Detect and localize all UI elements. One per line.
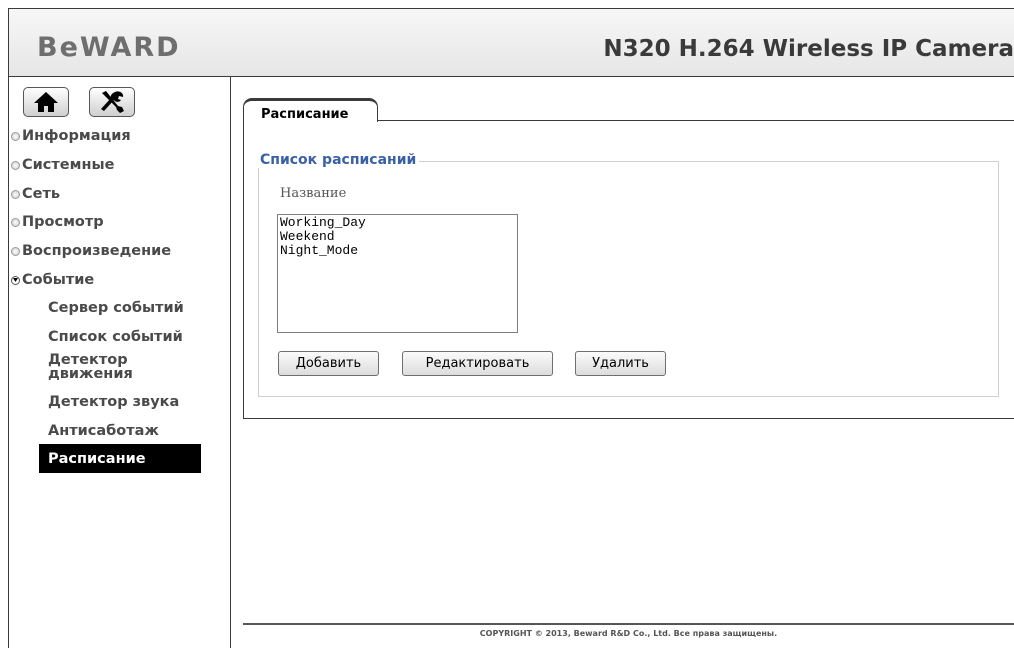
sidebar: Информация Системные Сеть Просмотр Воспр… xyxy=(9,77,231,648)
header: BeWARD N320 H.264 Wireless IP Camera xyxy=(9,9,1014,77)
copyright-text: COPYRIGHT © 2013, Beward R&D Co., Ltd. В… xyxy=(479,629,778,638)
nav-item-label: Системные xyxy=(22,157,115,173)
nav-item-label: Воспроизведение xyxy=(22,243,172,259)
page-title: N320 H.264 Wireless IP Camera xyxy=(603,36,1014,62)
nav-item-info[interactable]: Информация xyxy=(11,128,131,144)
tab-schedule[interactable]: Расписание xyxy=(243,98,378,122)
nav-item-label: Просмотр xyxy=(22,214,104,230)
collapsed-bullet-icon xyxy=(11,160,20,170)
collapsed-bullet-icon xyxy=(11,217,20,227)
nav-item-network[interactable]: Сеть xyxy=(11,186,60,202)
nav-item-playback[interactable]: Воспроизведение xyxy=(11,243,171,259)
nav-item-event[interactable]: Событие xyxy=(11,272,94,288)
list-item[interactable]: Weekend xyxy=(280,230,517,244)
home-button[interactable] xyxy=(23,87,69,117)
edit-button[interactable]: Редактировать xyxy=(402,351,553,376)
nav-item-label: Информация xyxy=(22,128,131,144)
nav-item-label: Событие xyxy=(22,272,95,288)
collapsed-bullet-icon xyxy=(11,246,20,256)
schedule-listbox[interactable]: Working_Day Weekend Night_Mode xyxy=(277,214,518,333)
expanded-bullet-icon xyxy=(11,275,20,285)
list-item[interactable]: Working_Day xyxy=(280,216,517,230)
nav-item-system[interactable]: Системные xyxy=(11,157,114,173)
schedule-list-legend: Список расписаний xyxy=(258,152,420,168)
sidebar-item-audio-detector[interactable]: Детектор звука xyxy=(48,395,179,410)
nav-item-label: Сеть xyxy=(22,186,61,202)
sidebar-item-schedule[interactable]: Расписание xyxy=(39,444,201,473)
settings-button[interactable] xyxy=(89,87,135,117)
brand-logo: BeWARD xyxy=(37,32,181,63)
list-item[interactable]: Night_Mode xyxy=(280,244,517,258)
collapsed-bullet-icon xyxy=(11,189,20,199)
collapsed-bullet-icon xyxy=(11,131,20,141)
sidebar-item-event-server[interactable]: Сервер событий xyxy=(48,301,184,316)
sidebar-item-motion-detector[interactable]: Детектор движения xyxy=(48,353,198,382)
nav-item-view[interactable]: Просмотр xyxy=(11,214,104,230)
tools-icon xyxy=(101,91,124,113)
sidebar-item-tamper[interactable]: Антисаботаж xyxy=(48,424,159,439)
home-icon xyxy=(34,92,58,112)
sidebar-item-event-list[interactable]: Список событий xyxy=(48,330,183,345)
name-column-header: Название xyxy=(280,186,347,201)
footer-divider xyxy=(243,623,1014,625)
add-button[interactable]: Добавить xyxy=(278,351,379,376)
delete-button[interactable]: Удалить xyxy=(575,351,666,376)
